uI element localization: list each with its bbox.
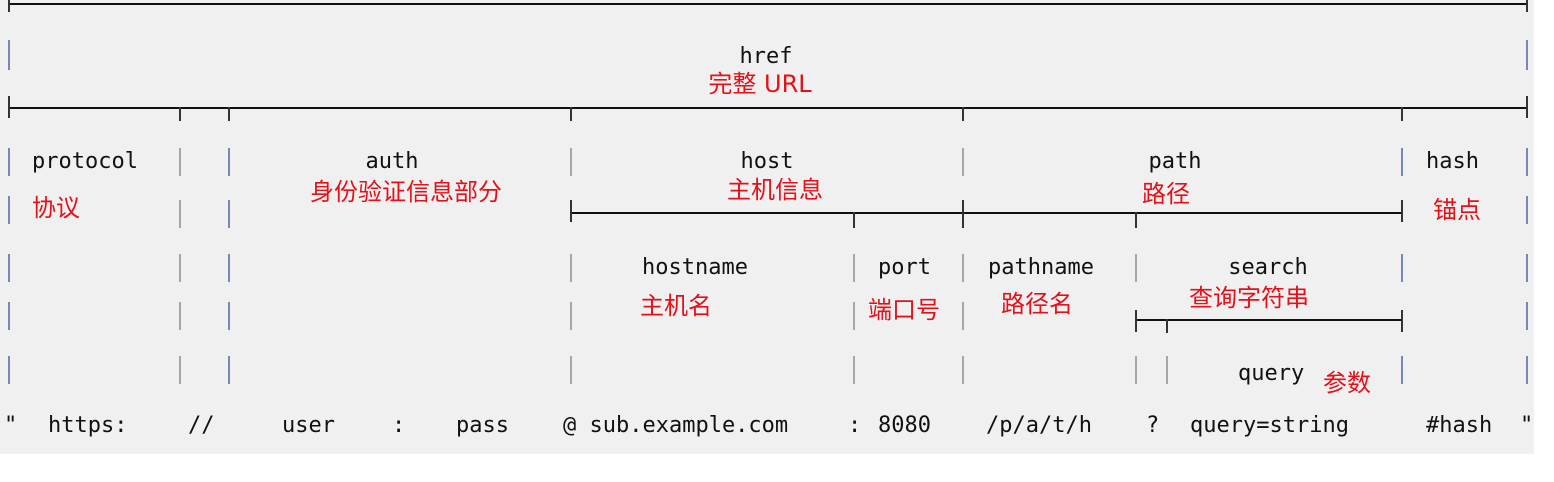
hash-label: hash <box>1426 149 1479 174</box>
port-label: port <box>878 255 931 280</box>
separator <box>1526 302 1528 330</box>
separator <box>962 148 964 176</box>
href-note: 完整 URL <box>708 70 812 98</box>
separator <box>962 356 964 384</box>
protocol-note: 协议 <box>32 194 80 222</box>
query-note: 参数 <box>1323 369 1371 397</box>
hostname-note: 主机名 <box>640 292 712 320</box>
separator <box>1166 356 1168 384</box>
tick <box>962 200 964 228</box>
tick <box>1526 0 1528 12</box>
tick <box>1135 212 1137 228</box>
search-label: search <box>1228 255 1308 280</box>
url-structure-diagram: href 完整 URL protocol 协议 auth 身份验证信息部分 ho… <box>0 0 1554 482</box>
tick <box>1135 310 1137 332</box>
separator <box>1526 356 1528 384</box>
separator <box>1135 356 1137 384</box>
separator <box>8 356 10 384</box>
tick <box>1401 200 1403 222</box>
auth-note: 身份验证信息部分 <box>310 178 502 206</box>
separator <box>853 356 855 384</box>
separator <box>570 148 572 176</box>
url-port: 8080 <box>878 413 931 438</box>
separator <box>228 200 230 228</box>
separator <box>570 302 572 330</box>
separator <box>1526 196 1528 224</box>
separator <box>1401 254 1403 282</box>
pathname-label: pathname <box>988 255 1094 280</box>
url-colon: : <box>392 413 406 438</box>
separator <box>853 302 855 330</box>
url-path: /p/a/t/h <box>986 413 1092 438</box>
url-at-host: @ sub.example.com <box>563 413 789 438</box>
separator <box>570 254 572 282</box>
url-pass: pass <box>456 413 509 438</box>
tick <box>1526 96 1528 118</box>
separator <box>228 356 230 384</box>
pathname-note: 路径名 <box>1001 290 1073 318</box>
tick <box>8 0 10 12</box>
search-note: 查询字符串 <box>1189 284 1309 312</box>
host-path-divider <box>570 212 1402 214</box>
tick <box>1166 319 1168 333</box>
separator <box>179 254 181 282</box>
separator <box>228 302 230 330</box>
separator <box>1526 254 1528 282</box>
host-label: host <box>740 149 794 174</box>
tick <box>8 96 10 118</box>
separator <box>8 254 10 282</box>
separator <box>962 254 964 282</box>
separator <box>962 302 964 330</box>
url-close-quote: " <box>1520 413 1534 438</box>
path-label: path <box>1148 149 1202 174</box>
separator <box>1526 40 1528 70</box>
separator <box>179 148 181 176</box>
url-question: ? <box>1146 413 1160 438</box>
tick <box>1401 310 1403 332</box>
separator <box>1526 148 1528 176</box>
separator <box>1401 148 1403 176</box>
url-protocol: https: <box>48 413 128 438</box>
auth-label: auth <box>365 149 419 174</box>
tick <box>228 107 230 121</box>
separator <box>8 40 10 70</box>
separator <box>1135 254 1137 282</box>
separator <box>8 148 10 176</box>
url-slashes: // <box>188 413 215 438</box>
query-label: query <box>1238 361 1305 386</box>
tick <box>179 107 181 121</box>
separator <box>179 302 181 330</box>
tick <box>853 212 855 228</box>
url-colon: : <box>848 413 862 438</box>
separator <box>179 356 181 384</box>
top-border <box>8 3 1528 5</box>
url-user: user <box>282 413 335 438</box>
url-query: query=string <box>1190 413 1349 438</box>
tick <box>570 200 572 222</box>
separator <box>8 302 10 330</box>
separator <box>228 148 230 176</box>
separator <box>228 254 230 282</box>
path-note: 路径 <box>1142 180 1190 208</box>
separator <box>1401 356 1403 384</box>
port-note: 端口号 <box>868 296 940 324</box>
hostname-label: hostname <box>642 255 748 280</box>
separator <box>570 356 572 384</box>
tick <box>962 107 964 121</box>
href-label: href <box>739 44 793 69</box>
search-divider <box>1135 319 1402 321</box>
protocol-label: protocol <box>32 149 138 174</box>
tick <box>570 107 572 121</box>
separator <box>179 200 181 228</box>
separator <box>853 254 855 282</box>
href-bottom-border <box>8 107 1528 109</box>
host-note: 主机信息 <box>727 176 823 204</box>
tick <box>1401 107 1403 121</box>
url-open-quote: " <box>4 413 18 438</box>
separator <box>8 196 10 224</box>
hash-note: 锚点 <box>1433 196 1481 224</box>
url-hash: #hash <box>1426 413 1493 438</box>
